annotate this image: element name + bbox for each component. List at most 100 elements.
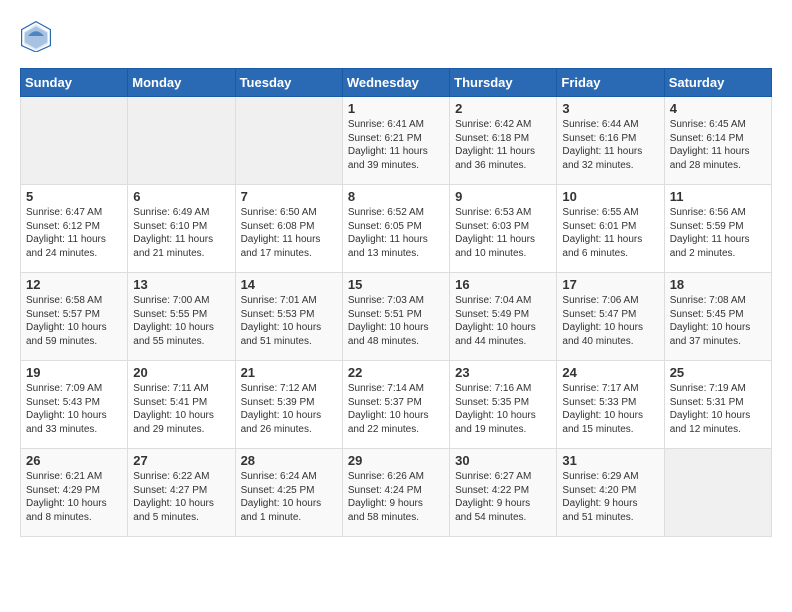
day-number: 21 — [241, 365, 337, 380]
weekday-header-friday: Friday — [557, 69, 664, 97]
week-row-1: 1 Sunrise: 6:41 AM Sunset: 6:21 PM Daylig… — [21, 97, 772, 185]
day-number: 29 — [348, 453, 444, 468]
day-number: 13 — [133, 277, 229, 292]
day-info: Sunrise: 6:44 AM Sunset: 6:16 PM Dayligh… — [562, 118, 658, 172]
day-number: 1 — [348, 101, 444, 116]
calendar-cell: 10Sunrise: 6:55 AM Sunset: 6:01 PM Dayli… — [557, 185, 664, 273]
day-info: Sunrise: 6:50 AM Sunset: 6:08 PM Dayligh… — [241, 206, 337, 260]
day-info: Sunrise: 6:27 AM Sunset: 4:22 PM Dayligh… — [455, 470, 551, 524]
calendar-cell: 24 Sunrise: 7:17 AM Sunset: 5:33 PM Dayli… — [557, 361, 664, 449]
calendar-cell: 27Sunrise: 6:22 AM Sunset: 4:27 PM Dayli… — [128, 449, 235, 537]
calendar-cell: 5 Sunrise: 6:47 AM Sunset: 6:12 PM Daylig… — [21, 185, 128, 273]
day-info: Sunrise: 6:29 AM Sunset: 4:20 PM Dayligh… — [562, 470, 658, 524]
day-info: Sunrise: 6:41 AM Sunset: 6:21 PM Dayligh… — [348, 118, 444, 172]
day-number: 3 — [562, 101, 658, 116]
day-number: 11 — [670, 189, 766, 204]
calendar-cell — [235, 97, 342, 185]
day-number: 6 — [133, 189, 229, 204]
page-header — [20, 20, 772, 52]
day-number: 8 — [348, 189, 444, 204]
day-number: 18 — [670, 277, 766, 292]
day-info: Sunrise: 7:14 AM Sunset: 5:37 PM Dayligh… — [348, 382, 444, 436]
day-info: Sunrise: 6:45 AM Sunset: 6:14 PM Dayligh… — [670, 118, 766, 172]
day-info: Sunrise: 7:04 AM Sunset: 5:49 PM Dayligh… — [455, 294, 551, 348]
day-info: Sunrise: 6:42 AM Sunset: 6:18 PM Dayligh… — [455, 118, 551, 172]
weekday-header-monday: Monday — [128, 69, 235, 97]
day-number: 15 — [348, 277, 444, 292]
day-number: 14 — [241, 277, 337, 292]
day-number: 20 — [133, 365, 229, 380]
day-number: 31 — [562, 453, 658, 468]
day-info: Sunrise: 7:06 AM Sunset: 5:47 PM Dayligh… — [562, 294, 658, 348]
calendar-cell: 4 Sunrise: 6:45 AM Sunset: 6:14 PM Daylig… — [664, 97, 771, 185]
calendar-cell: 22 Sunrise: 7:14 AM Sunset: 5:37 PM Dayli… — [342, 361, 449, 449]
weekday-header-sunday: Sunday — [21, 69, 128, 97]
day-number: 10 — [562, 189, 658, 204]
day-number: 22 — [348, 365, 444, 380]
day-info: Sunrise: 7:11 AM Sunset: 5:41 PM Dayligh… — [133, 382, 229, 436]
day-number: 28 — [241, 453, 337, 468]
day-number: 26 — [26, 453, 122, 468]
calendar-cell: 25Sunrise: 7:19 AM Sunset: 5:31 PM Dayli… — [664, 361, 771, 449]
day-info: Sunrise: 6:52 AM Sunset: 6:05 PM Dayligh… — [348, 206, 444, 260]
calendar-cell: 17 Sunrise: 7:06 AM Sunset: 5:47 PM Dayli… — [557, 273, 664, 361]
calendar-cell: 30 Sunrise: 6:27 AM Sunset: 4:22 PM Dayli… — [450, 449, 557, 537]
logo-icon — [20, 20, 52, 52]
calendar-cell — [664, 449, 771, 537]
week-row-2: 5 Sunrise: 6:47 AM Sunset: 6:12 PM Daylig… — [21, 185, 772, 273]
day-number: 19 — [26, 365, 122, 380]
day-info: Sunrise: 7:17 AM Sunset: 5:33 PM Dayligh… — [562, 382, 658, 436]
day-info: Sunrise: 6:53 AM Sunset: 6:03 PM Dayligh… — [455, 206, 551, 260]
day-number: 12 — [26, 277, 122, 292]
calendar-cell: 8 Sunrise: 6:52 AM Sunset: 6:05 PM Daylig… — [342, 185, 449, 273]
calendar-cell: 13 Sunrise: 7:00 AM Sunset: 5:55 PM Dayli… — [128, 273, 235, 361]
day-number: 4 — [670, 101, 766, 116]
day-info: Sunrise: 7:19 AM Sunset: 5:31 PM Dayligh… — [670, 382, 766, 436]
calendar-cell: 1 Sunrise: 6:41 AM Sunset: 6:21 PM Daylig… — [342, 97, 449, 185]
weekday-header-saturday: Saturday — [664, 69, 771, 97]
calendar-cell: 18Sunrise: 7:08 AM Sunset: 5:45 PM Dayli… — [664, 273, 771, 361]
calendar-cell — [128, 97, 235, 185]
calendar-cell: 15Sunrise: 7:03 AM Sunset: 5:51 PM Dayli… — [342, 273, 449, 361]
weekday-header-row: SundayMondayTuesdayWednesdayThursdayFrid… — [21, 69, 772, 97]
day-info: Sunrise: 7:01 AM Sunset: 5:53 PM Dayligh… — [241, 294, 337, 348]
week-row-3: 12Sunrise: 6:58 AM Sunset: 5:57 PM Dayli… — [21, 273, 772, 361]
calendar-cell: 31 Sunrise: 6:29 AM Sunset: 4:20 PM Dayli… — [557, 449, 664, 537]
calendar-cell: 12Sunrise: 6:58 AM Sunset: 5:57 PM Dayli… — [21, 273, 128, 361]
day-number: 17 — [562, 277, 658, 292]
day-number: 23 — [455, 365, 551, 380]
calendar-cell: 9 Sunrise: 6:53 AM Sunset: 6:03 PM Daylig… — [450, 185, 557, 273]
day-number: 7 — [241, 189, 337, 204]
weekday-header-wednesday: Wednesday — [342, 69, 449, 97]
day-number: 24 — [562, 365, 658, 380]
calendar-cell: 14 Sunrise: 7:01 AM Sunset: 5:53 PM Dayli… — [235, 273, 342, 361]
calendar-cell — [21, 97, 128, 185]
day-info: Sunrise: 7:16 AM Sunset: 5:35 PM Dayligh… — [455, 382, 551, 436]
calendar-cell: 2 Sunrise: 6:42 AM Sunset: 6:18 PM Daylig… — [450, 97, 557, 185]
calendar-cell: 28Sunrise: 6:24 AM Sunset: 4:25 PM Dayli… — [235, 449, 342, 537]
day-info: Sunrise: 7:09 AM Sunset: 5:43 PM Dayligh… — [26, 382, 122, 436]
day-info: Sunrise: 6:49 AM Sunset: 6:10 PM Dayligh… — [133, 206, 229, 260]
day-info: Sunrise: 6:56 AM Sunset: 5:59 PM Dayligh… — [670, 206, 766, 260]
calendar-cell: 11 Sunrise: 6:56 AM Sunset: 5:59 PM Dayli… — [664, 185, 771, 273]
day-number: 2 — [455, 101, 551, 116]
day-number: 16 — [455, 277, 551, 292]
calendar-cell: 29 Sunrise: 6:26 AM Sunset: 4:24 PM Dayli… — [342, 449, 449, 537]
day-number: 30 — [455, 453, 551, 468]
logo — [20, 20, 56, 52]
day-number: 9 — [455, 189, 551, 204]
calendar-cell: 6 Sunrise: 6:49 AM Sunset: 6:10 PM Daylig… — [128, 185, 235, 273]
calendar-cell: 21Sunrise: 7:12 AM Sunset: 5:39 PM Dayli… — [235, 361, 342, 449]
day-info: Sunrise: 6:26 AM Sunset: 4:24 PM Dayligh… — [348, 470, 444, 524]
calendar-cell: 26 Sunrise: 6:21 AM Sunset: 4:29 PM Dayli… — [21, 449, 128, 537]
day-number: 5 — [26, 189, 122, 204]
calendar-cell: 7 Sunrise: 6:50 AM Sunset: 6:08 PM Daylig… — [235, 185, 342, 273]
day-info: Sunrise: 6:21 AM Sunset: 4:29 PM Dayligh… — [26, 470, 122, 524]
week-row-5: 26 Sunrise: 6:21 AM Sunset: 4:29 PM Dayli… — [21, 449, 772, 537]
day-info: Sunrise: 7:00 AM Sunset: 5:55 PM Dayligh… — [133, 294, 229, 348]
weekday-header-thursday: Thursday — [450, 69, 557, 97]
calendar-cell: 20 Sunrise: 7:11 AM Sunset: 5:41 PM Dayli… — [128, 361, 235, 449]
day-number: 27 — [133, 453, 229, 468]
calendar-cell: 3 Sunrise: 6:44 AM Sunset: 6:16 PM Daylig… — [557, 97, 664, 185]
day-info: Sunrise: 6:47 AM Sunset: 6:12 PM Dayligh… — [26, 206, 122, 260]
